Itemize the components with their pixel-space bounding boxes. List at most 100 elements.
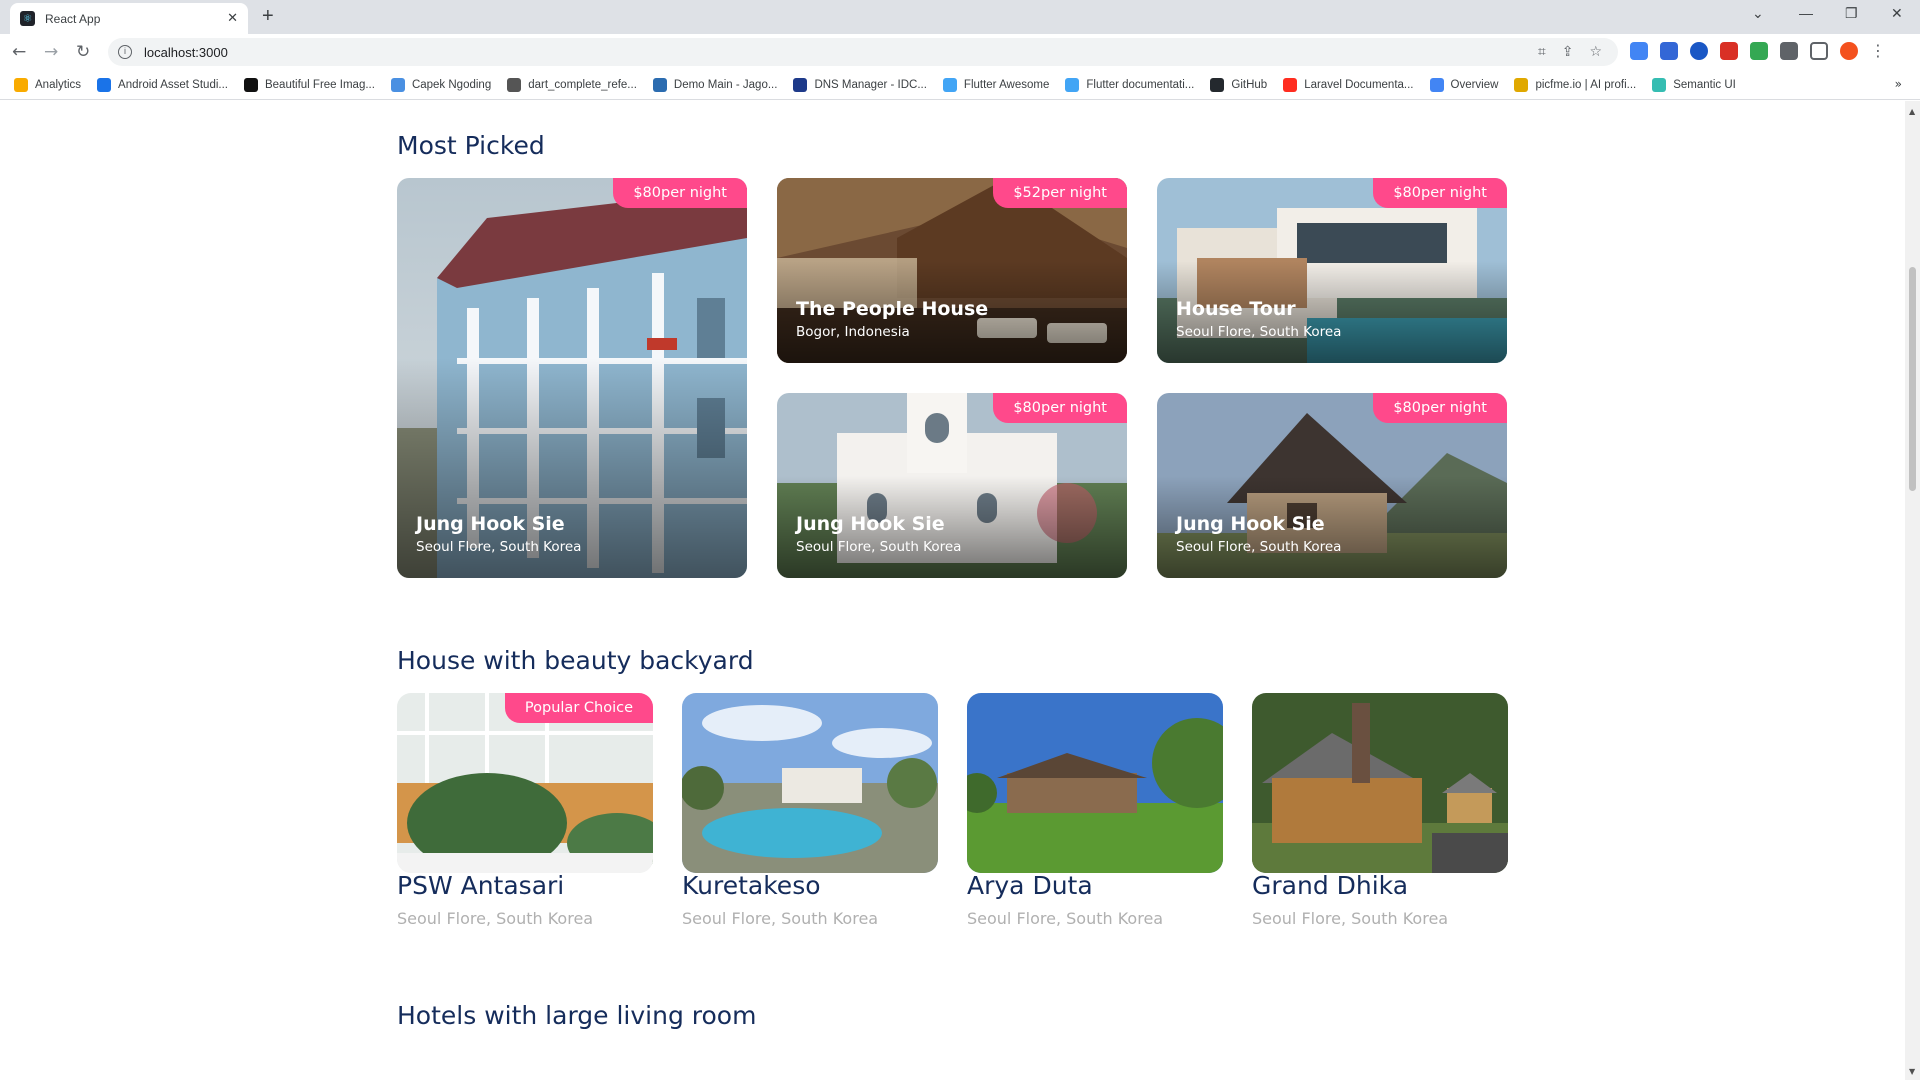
android-asset-studio-icon (97, 77, 112, 92)
restore-icon[interactable]: ❐ (1845, 5, 1858, 22)
bookmark-item[interactable]: DNS Manager - IDC... (793, 77, 927, 92)
price-tag: $52per night (993, 178, 1127, 208)
extension-green-icon[interactable] (1750, 42, 1768, 60)
most-picked-card[interactable]: $80per night House Tour Seoul Flore, Sou… (1157, 178, 1507, 363)
reload-icon[interactable]: ↻ (76, 42, 90, 62)
site-info-icon[interactable]: i (118, 45, 132, 59)
bookmark-label: Flutter Awesome (963, 78, 1050, 91)
profile-avatar-icon[interactable] (1840, 42, 1858, 60)
backyard-item-image[interactable] (682, 693, 938, 873)
flutter-icon (1065, 77, 1080, 92)
extension-docs-icon[interactable] (1630, 42, 1648, 60)
card-location: Seoul Flore, South Korea (796, 539, 962, 555)
bookmark-item[interactable]: Flutter Awesome (942, 77, 1050, 92)
bookmark-label: Semantic UI (1673, 78, 1736, 91)
most-picked-card[interactable]: $80per night Jung Hook Sie Seoul Flore, … (1157, 393, 1507, 578)
unsplash-icon (243, 77, 258, 92)
most-picked-card[interactable]: $80per night Jung Hook Sie Seoul Flore, … (397, 178, 747, 578)
extension-blue-icon[interactable] (1690, 42, 1708, 60)
side-panel-icon[interactable] (1810, 42, 1828, 60)
browser-toolbar: ← → ↻ i localhost:3000 ⌗ ⇪ ☆ ⋮ (0, 34, 1920, 70)
pool-house-photo (682, 693, 938, 873)
backyard-item-name[interactable]: PSW Antasari (397, 871, 564, 900)
tab-title: React App (45, 11, 101, 26)
bookmark-label: Overview (1450, 78, 1499, 91)
jago-icon (652, 77, 667, 92)
capek-ngoding-icon (390, 77, 405, 92)
close-icon[interactable]: ✕ (227, 11, 238, 26)
bookmark-item[interactable]: GitHub (1210, 77, 1268, 92)
bookmark-item[interactable]: Beautiful Free Imag... (243, 77, 375, 92)
extension-red-icon[interactable] (1720, 42, 1738, 60)
price-tag: $80per night (1373, 393, 1507, 423)
bookmark-label: Beautiful Free Imag... (264, 78, 375, 91)
bookmark-item[interactable]: Overview (1429, 77, 1499, 92)
browser-tab-strip: ⚛ React App ✕ + ⌄ — ❐ ✕ (0, 0, 1920, 34)
bookmark-item[interactable]: Demo Main - Jago... (652, 77, 778, 92)
bookmark-item[interactable]: Laravel Documenta... (1283, 77, 1414, 92)
back-arrow-icon[interactable]: ← (12, 42, 26, 62)
bookmark-item[interactable]: Semantic UI (1652, 77, 1736, 92)
bookmark-label: Capek Ngoding (411, 78, 492, 91)
kebab-menu-icon[interactable]: ⋮ (1870, 42, 1886, 60)
react-icon: ⚛ (20, 11, 35, 26)
card-location: Seoul Flore, South Korea (1176, 324, 1342, 340)
garden-house-photo (967, 693, 1223, 873)
github-icon (1210, 77, 1225, 92)
bookmark-item[interactable]: Analytics (14, 77, 82, 92)
bookmark-label: Laravel Documenta... (1304, 78, 1414, 91)
bookmark-label: dart_complete_refe... (528, 78, 637, 91)
bookmark-item[interactable]: Flutter documentati... (1065, 77, 1195, 92)
page-content: Most Picked $80per night Jung Hook Sie S… (0, 101, 1905, 1080)
analytics-icon (14, 77, 28, 92)
flutter-icon (942, 77, 957, 92)
backyard-item-location: Seoul Flore, South Korea (967, 909, 1164, 928)
bookmarks-bar: Analytics Android Asset Studi... Beautiful… (0, 70, 1920, 100)
bookmarks-overflow-icon[interactable]: » (1895, 77, 1902, 91)
most-picked-card[interactable]: $80per night Jung Hook Sie Seoul Flore, … (777, 393, 1127, 578)
price-tag: $80per night (993, 393, 1127, 423)
card-name: Jung Hook Sie (416, 513, 565, 535)
bookmark-label: GitHub (1231, 78, 1268, 91)
translate-icon[interactable]: ⌗ (1538, 44, 1546, 60)
backyard-section-title: House with beauty backyard (397, 646, 754, 675)
card-location: Seoul Flore, South Korea (416, 539, 582, 555)
backyard-item-image[interactable] (1252, 693, 1508, 873)
backyard-item-name[interactable]: Kuretakeso (682, 871, 821, 900)
window-close-icon[interactable]: ✕ (1891, 5, 1903, 22)
puzzle-icon[interactable] (1780, 42, 1798, 60)
scroll-down-icon[interactable]: ▼ (1909, 1067, 1915, 1076)
github-gray-icon (507, 77, 522, 92)
new-tab-icon[interactable]: + (262, 5, 274, 28)
backyard-item-image[interactable]: Popular Choice (397, 693, 653, 873)
bookmark-item[interactable]: Android Asset Studi... (97, 77, 228, 92)
extension-translate-icon[interactable] (1660, 42, 1678, 60)
backyard-item-image[interactable] (967, 693, 1223, 873)
bookmark-label: Flutter documentati... (1086, 78, 1195, 91)
bookmark-label: DNS Manager - IDC... (814, 78, 927, 91)
bookmark-item[interactable]: Capek Ngoding (390, 77, 492, 92)
most-picked-card[interactable]: $52per night The People House Bogor, Ind… (777, 178, 1127, 363)
semantic-ui-icon (1652, 77, 1667, 92)
page-scrollbar[interactable]: ▲ ▼ (1905, 101, 1920, 1080)
backyard-item-name[interactable]: Arya Duta (967, 871, 1093, 900)
backyard-item-name[interactable]: Grand Dhika (1252, 871, 1408, 900)
bookmark-item[interactable]: picfme.io | AI profi... (1514, 77, 1636, 92)
card-name: Jung Hook Sie (1176, 513, 1325, 535)
bookmark-label: Demo Main - Jago... (673, 78, 778, 91)
url-text: localhost:3000 (144, 44, 228, 60)
card-location: Bogor, Indonesia (796, 324, 910, 340)
forward-arrow-icon[interactable]: → (44, 42, 58, 62)
address-bar[interactable]: i localhost:3000 ⌗ ⇪ ☆ (108, 38, 1618, 66)
most-picked-title: Most Picked (397, 131, 545, 160)
scrollbar-thumb[interactable] (1909, 267, 1916, 491)
minimize-icon[interactable]: — (1799, 5, 1813, 21)
bookmark-label: Analytics (35, 78, 82, 91)
star-icon[interactable]: ☆ (1589, 44, 1602, 60)
chevron-down-icon[interactable]: ⌄ (1752, 5, 1764, 22)
browser-tab-active[interactable]: ⚛ React App ✕ (10, 3, 248, 34)
scroll-up-icon[interactable]: ▲ (1909, 107, 1915, 116)
bookmark-item[interactable]: dart_complete_refe... (507, 77, 637, 92)
share-icon[interactable]: ⇪ (1562, 44, 1574, 60)
log-cabin-photo (1252, 693, 1508, 873)
